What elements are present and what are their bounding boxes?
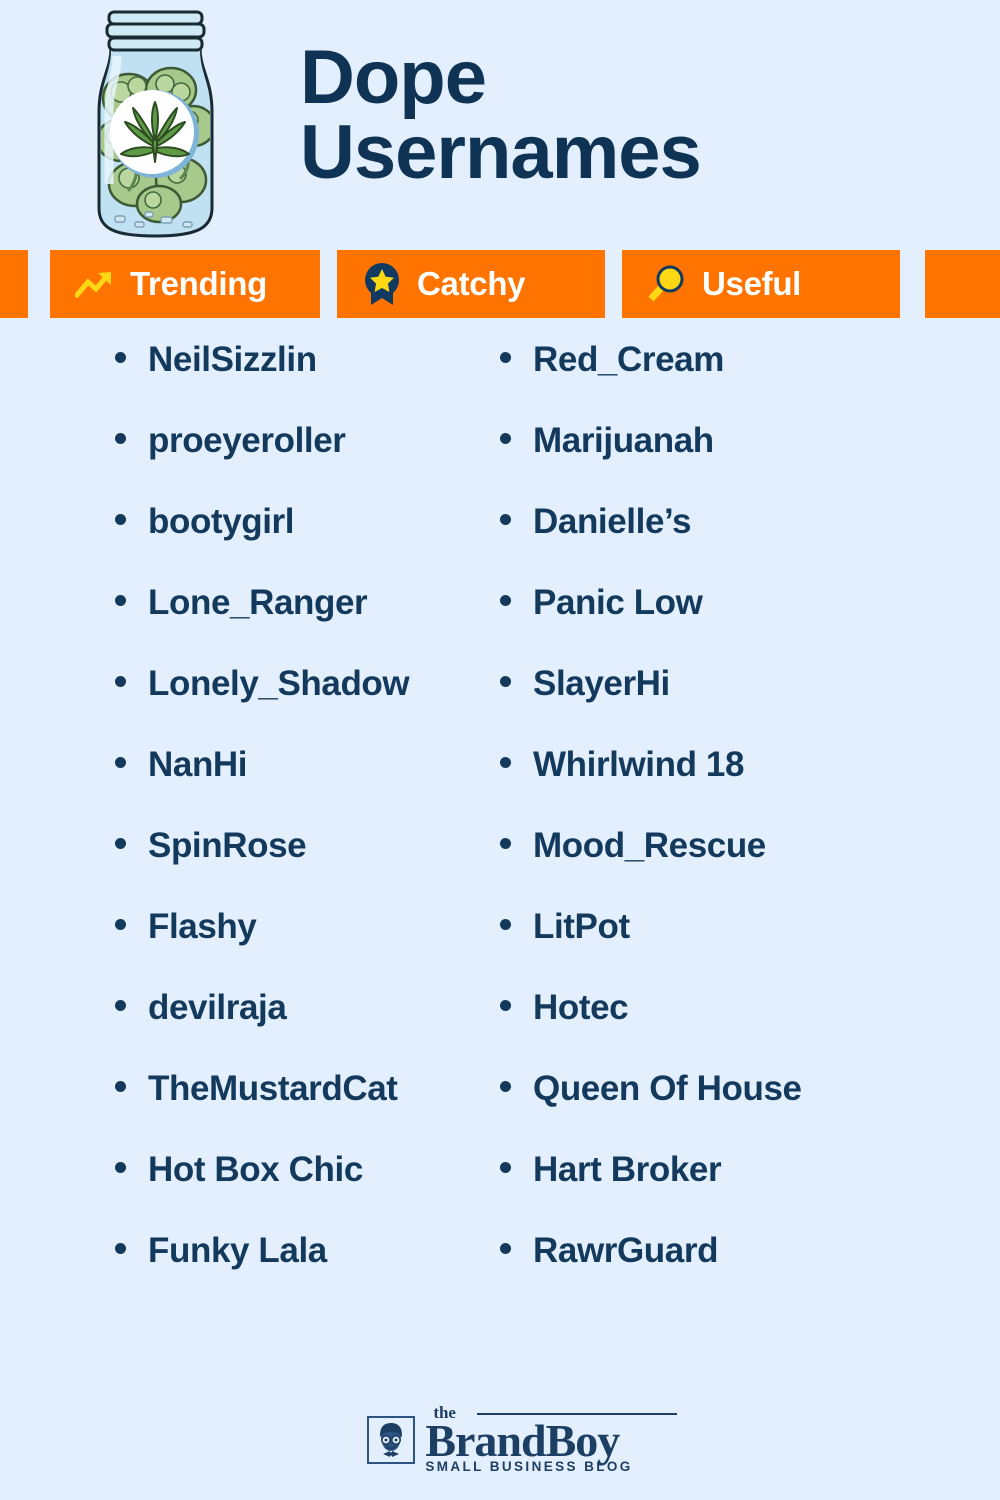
logo-rule bbox=[477, 1413, 678, 1416]
badge-catchy-label: Catchy bbox=[417, 265, 526, 302]
bullet-icon bbox=[115, 1162, 126, 1173]
list-item[interactable]: proeyeroller bbox=[115, 421, 470, 502]
list-item[interactable]: Queen Of House bbox=[500, 1069, 940, 1150]
bullet-icon bbox=[115, 352, 126, 363]
list-item[interactable]: Lonely_Shadow bbox=[115, 664, 470, 745]
list-item[interactable]: Red_Cream bbox=[500, 340, 940, 421]
bullet-icon bbox=[115, 757, 126, 768]
bullet-icon bbox=[115, 919, 126, 930]
list-item[interactable]: bootygirl bbox=[115, 502, 470, 583]
list-item[interactable]: Hot Box Chic bbox=[115, 1150, 470, 1231]
list-item[interactable]: LitPot bbox=[500, 907, 940, 988]
title-line-2: Usernames bbox=[300, 110, 702, 196]
list-item[interactable]: Lone_Ranger bbox=[115, 583, 470, 664]
bullet-icon bbox=[500, 919, 511, 930]
list-item[interactable]: Panic Low bbox=[500, 583, 940, 664]
badge-catchy[interactable]: Catchy bbox=[337, 250, 605, 318]
list-item[interactable]: Hart Broker bbox=[500, 1150, 940, 1231]
bullet-icon bbox=[115, 514, 126, 525]
list-item[interactable]: Hotec bbox=[500, 988, 940, 1069]
brandboy-logo[interactable]: the BrandBoy SMALL BUSINESS BLOG bbox=[367, 1403, 678, 1475]
list-item[interactable]: NanHi bbox=[115, 745, 470, 826]
list-item[interactable]: SpinRose bbox=[115, 826, 470, 907]
badge-bar-left-edge bbox=[0, 250, 28, 318]
boy-avatar-icon bbox=[367, 1416, 416, 1464]
badge-bar: Trending Catchy Useful bbox=[0, 250, 1000, 318]
list-item[interactable]: SlayerHi bbox=[500, 664, 940, 745]
list-item[interactable]: Flashy bbox=[115, 907, 470, 988]
list-item[interactable]: TheMustardCat bbox=[115, 1069, 470, 1150]
bullet-icon bbox=[115, 1081, 126, 1092]
footer: the BrandBoy SMALL BUSINESS BLOG bbox=[0, 1380, 1000, 1500]
badge-useful[interactable]: Useful bbox=[622, 250, 900, 318]
logo-the-text: the bbox=[433, 1403, 456, 1423]
bullet-icon bbox=[500, 352, 511, 363]
badge-trending-label: Trending bbox=[130, 265, 267, 302]
bullet-icon bbox=[500, 433, 511, 444]
award-star-icon bbox=[361, 263, 403, 305]
page-title: Dope Usernames bbox=[300, 0, 1000, 190]
bullet-icon bbox=[500, 838, 511, 849]
bullet-icon bbox=[500, 595, 511, 606]
bullet-icon bbox=[115, 595, 126, 606]
brandboy-wordmark: the BrandBoy SMALL BUSINESS BLOG bbox=[425, 1403, 678, 1475]
badge-bar-right-edge bbox=[925, 250, 1000, 318]
list-item[interactable]: NeilSizzlin bbox=[115, 340, 470, 421]
username-lists: NeilSizzlin proeyeroller bootygirl Lone_… bbox=[0, 318, 1000, 1312]
header: Dope Usernames bbox=[0, 0, 1000, 250]
list-item[interactable]: Whirlwind 18 bbox=[500, 745, 940, 826]
bullet-icon bbox=[115, 1243, 126, 1254]
bullet-icon bbox=[115, 838, 126, 849]
logo-tagline: SMALL BUSINESS BLOG bbox=[425, 1459, 633, 1475]
bullet-icon bbox=[500, 514, 511, 525]
bullet-icon bbox=[500, 676, 511, 687]
list-item[interactable]: devilraja bbox=[115, 988, 470, 1069]
list-item[interactable]: Mood_Rescue bbox=[500, 826, 940, 907]
list-item[interactable]: Danielle’s bbox=[500, 502, 940, 583]
badge-useful-label: Useful bbox=[702, 265, 802, 302]
bullet-icon bbox=[500, 1162, 511, 1173]
list-item[interactable]: RawrGuard bbox=[500, 1231, 940, 1312]
bullet-icon bbox=[115, 433, 126, 444]
magnifying-glass-icon bbox=[646, 263, 688, 305]
list-item[interactable]: Marijuanah bbox=[500, 421, 940, 502]
bullet-icon bbox=[115, 676, 126, 687]
list-item[interactable]: Funky Lala bbox=[115, 1231, 470, 1312]
bullet-icon bbox=[115, 1000, 126, 1011]
bullet-icon bbox=[500, 1243, 511, 1254]
badge-trending[interactable]: Trending bbox=[50, 250, 320, 318]
bullet-icon bbox=[500, 1000, 511, 1011]
username-column-right: Red_Cream Marijuanah Danielle’s Panic Lo… bbox=[470, 340, 940, 1312]
bullet-icon bbox=[500, 1081, 511, 1092]
username-column-left: NeilSizzlin proeyeroller bootygirl Lone_… bbox=[0, 340, 470, 1312]
bullet-icon bbox=[500, 757, 511, 768]
trending-up-icon bbox=[74, 263, 116, 305]
title-line-1: Dope bbox=[300, 35, 487, 120]
cannabis-jar-illustration bbox=[0, 0, 300, 250]
